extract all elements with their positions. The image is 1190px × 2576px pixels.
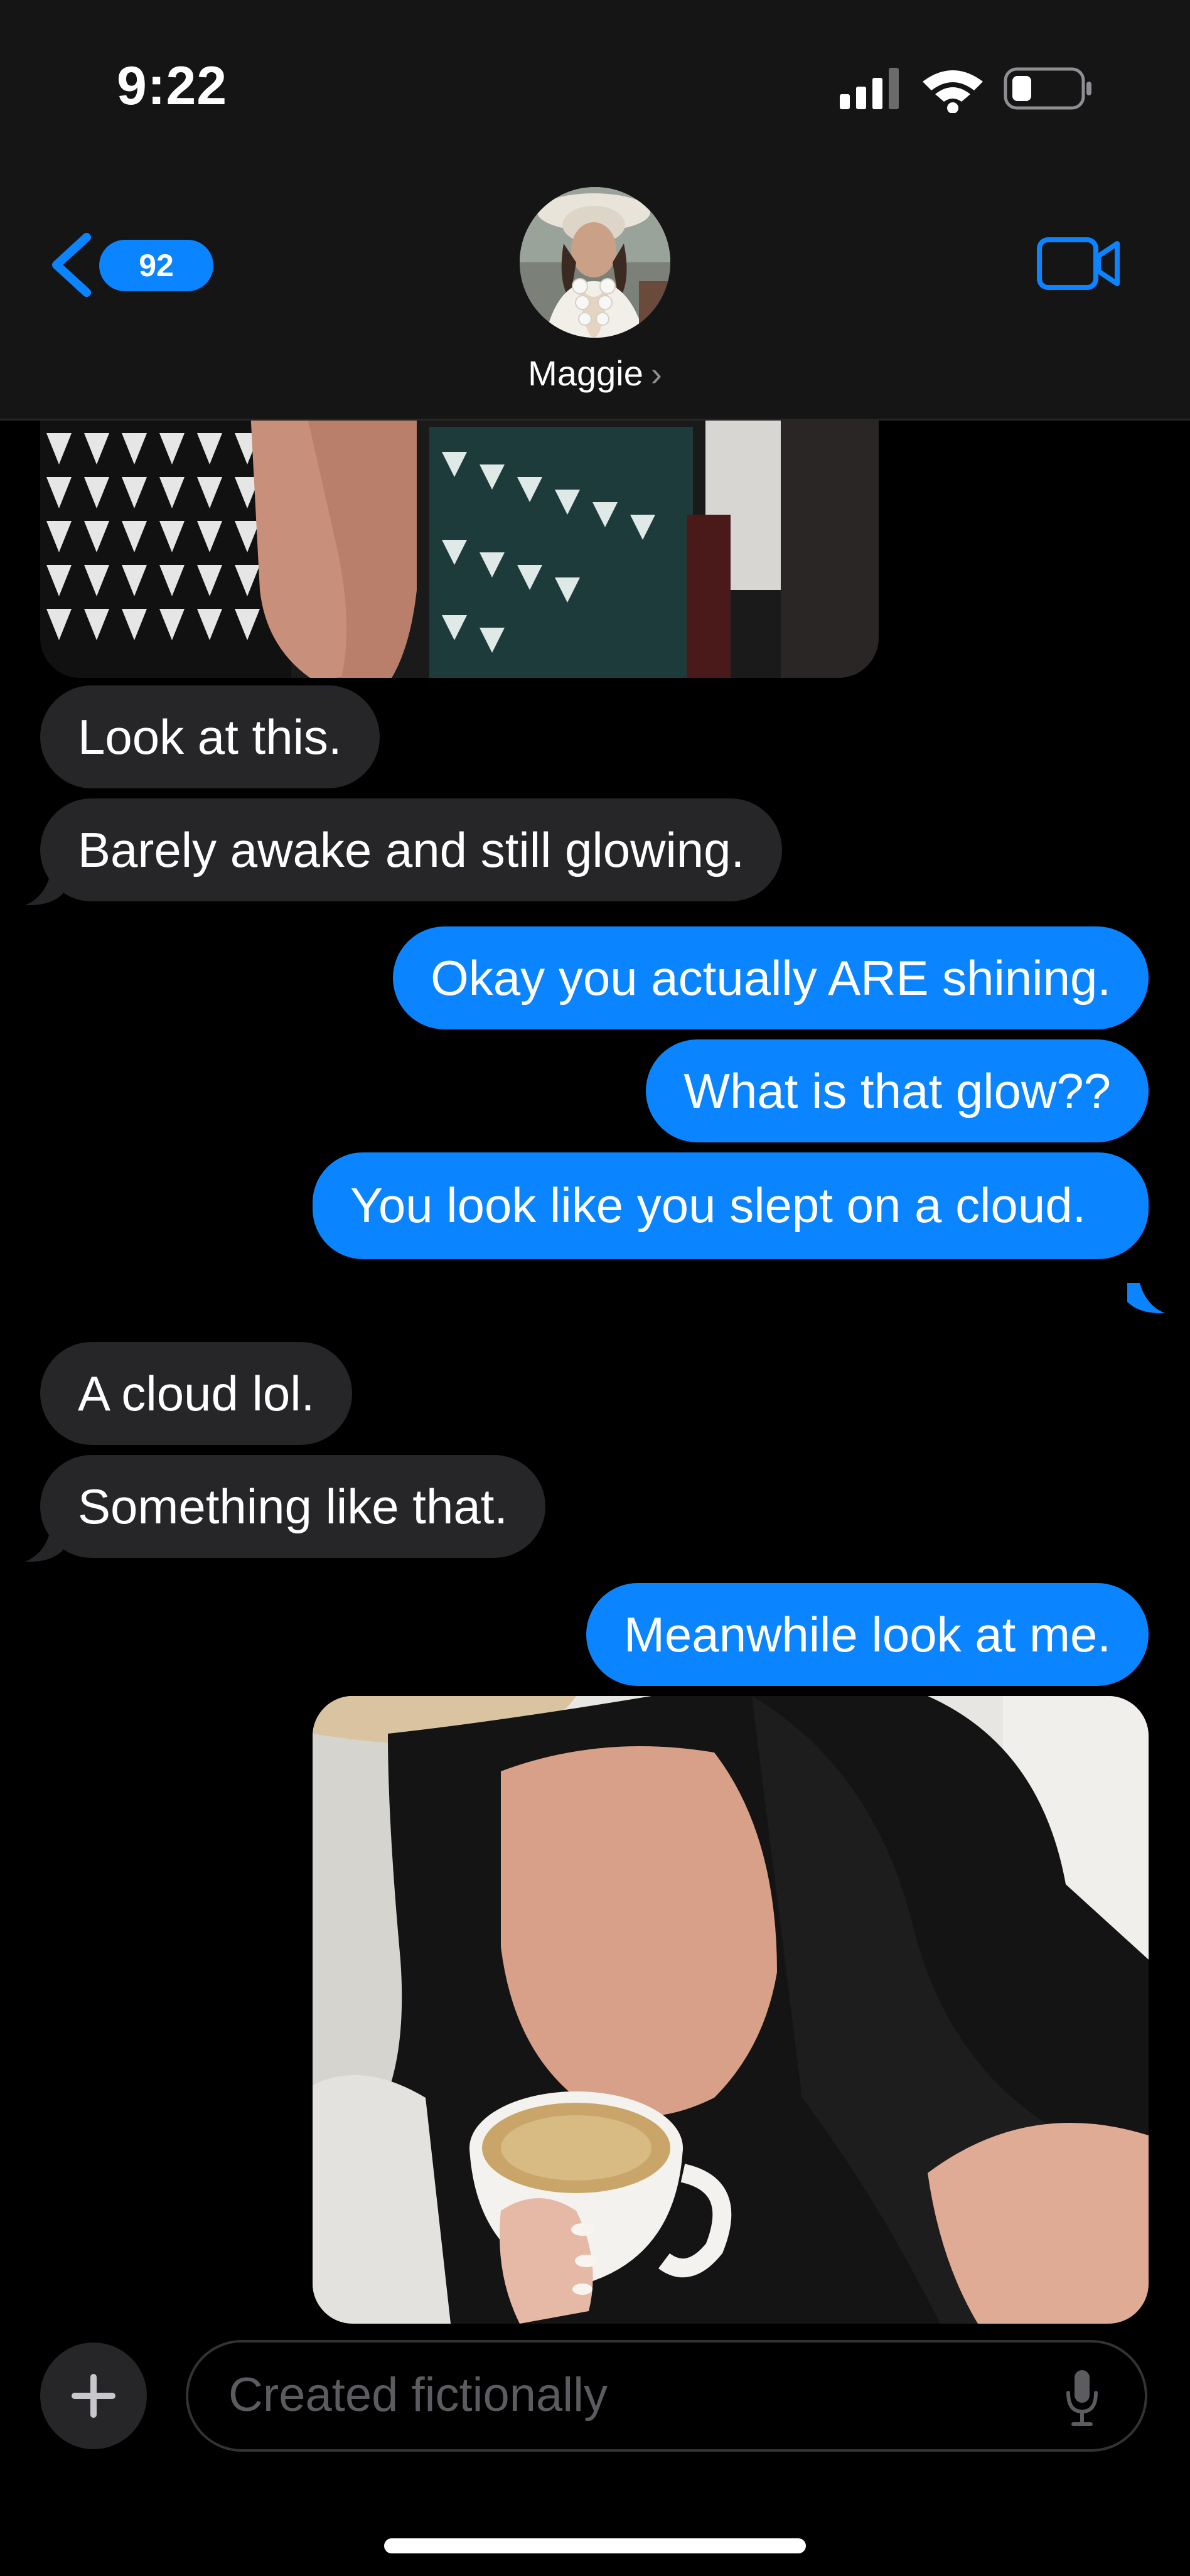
outgoing-message-bubble[interactable]: You look like you slept on a cloud. (313, 1152, 1149, 1259)
incoming-message-bubble[interactable]: A cloud lol. (40, 1342, 353, 1445)
cellular-signal-icon (840, 68, 899, 109)
message-input[interactable]: Created fictionally (186, 2340, 1147, 2452)
wifi-icon (923, 70, 983, 114)
messages-screen: 9:22 92 Maggie › Look at this. Barely aw… (0, 0, 1190, 2576)
plus-icon (72, 2374, 115, 2418)
battery-icon (1004, 67, 1091, 110)
bubble-tail (25, 875, 63, 906)
status-time: 9:22 (117, 56, 228, 116)
bubble-tail (1127, 1283, 1165, 1314)
outgoing-message-bubble[interactable]: Okay you actually ARE shining. (393, 926, 1149, 1029)
incoming-message-bubble[interactable]: Look at this. (40, 685, 380, 788)
video-camera-icon (1037, 237, 1120, 290)
outgoing-message-bubble[interactable]: Meanwhile look at me. (586, 1583, 1149, 1686)
unread-count-badge: 92 (99, 240, 213, 291)
contact-name[interactable]: Maggie › (0, 353, 1190, 394)
home-indicator (384, 2538, 806, 2553)
chevron-right-icon: › (650, 355, 662, 393)
chevron-left-icon (52, 233, 91, 297)
bubble-tail (25, 1532, 63, 1562)
incoming-message-bubble[interactable]: Something like that. (40, 1455, 546, 1558)
contact-name-label: Maggie (528, 353, 643, 393)
incoming-message-bubble[interactable]: Barely awake and still glowing. (40, 798, 783, 901)
photo-robe-coffee-image (313, 1696, 1149, 2324)
back-button[interactable]: 92 (48, 226, 213, 301)
conversation-header: 9:22 92 Maggie › (0, 0, 1190, 421)
microphone-icon[interactable] (1063, 2368, 1101, 2428)
facetime-video-button[interactable] (1036, 232, 1123, 295)
outgoing-photo-message[interactable] (313, 1696, 1149, 2324)
outgoing-message-bubble[interactable]: What is that glow?? (646, 1039, 1149, 1142)
contact-avatar[interactable] (520, 187, 670, 338)
message-input-placeholder: Created fictionally (228, 2368, 608, 2422)
status-icons (835, 63, 1098, 114)
add-attachment-button[interactable] (40, 2343, 147, 2449)
